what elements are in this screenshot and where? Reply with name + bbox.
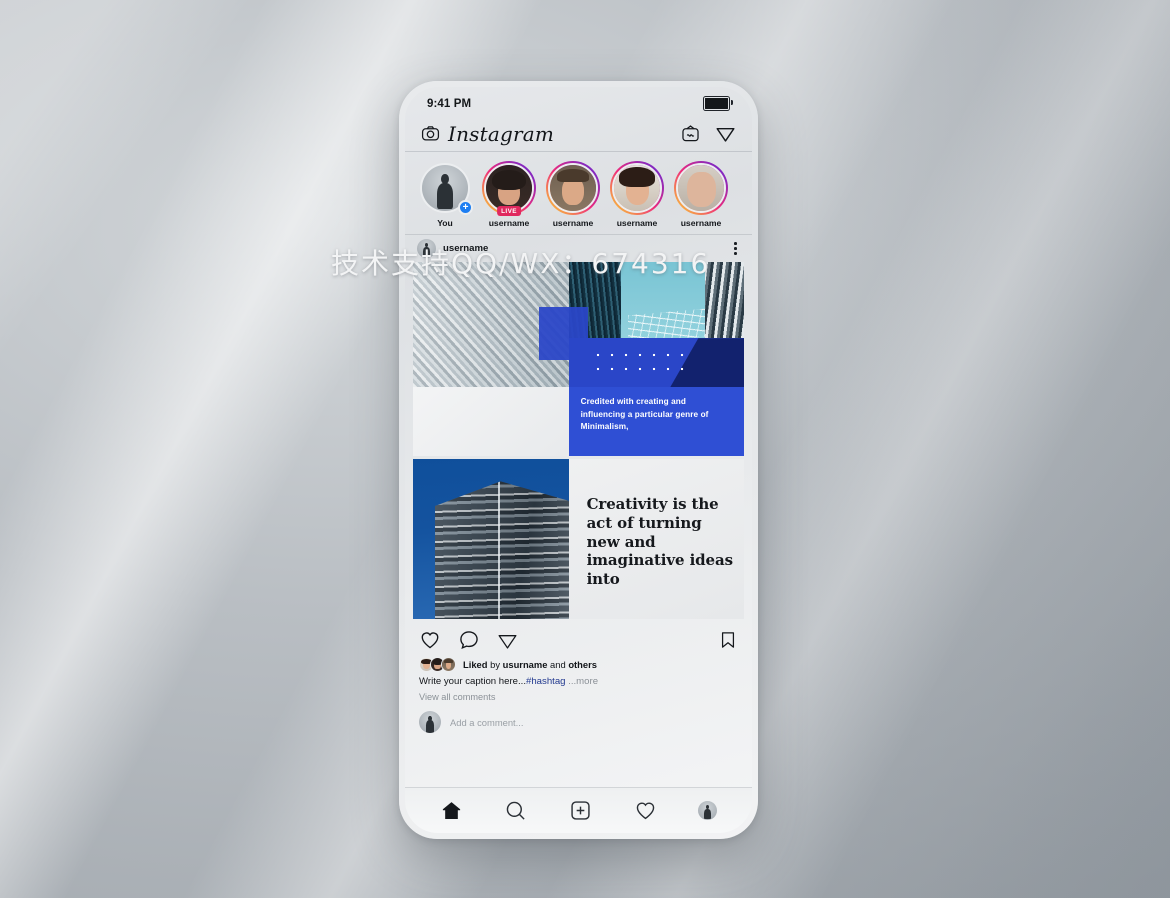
phone-screen: 9:41 PM Instagram + You LIVE username us… — [405, 87, 752, 833]
story-item-you[interactable]: + You — [418, 161, 473, 228]
home-icon[interactable] — [440, 799, 463, 822]
liked-others[interactable]: others — [568, 659, 597, 670]
caption-hashtag[interactable]: #hashtag — [526, 676, 565, 687]
current-user-avatar — [419, 711, 441, 734]
building-photo — [413, 459, 569, 619]
liked-by-text: Liked by usurname and others — [463, 659, 597, 670]
bookmark-icon[interactable] — [718, 630, 738, 650]
activity-heart-icon[interactable] — [634, 799, 657, 822]
media-top-collage — [413, 262, 744, 387]
battery-full-icon — [702, 95, 734, 112]
liked-username[interactable]: usurname — [503, 659, 548, 670]
liked-prefix: Liked — [463, 659, 488, 670]
add-comment-row[interactable]: Add a comment... — [405, 702, 752, 734]
stories-tray[interactable]: + You LIVE username username username us… — [405, 152, 752, 235]
blank-panel — [413, 387, 569, 456]
add-story-plus-icon[interactable]: + — [458, 200, 473, 215]
instagram-wordmark: Instagram — [448, 121, 555, 146]
post-header: username — [405, 235, 752, 262]
post-actions — [405, 619, 752, 657]
add-comment-input[interactable]: Add a comment... — [450, 717, 523, 728]
story-ring — [610, 161, 664, 215]
liked-by-word: by — [490, 659, 501, 670]
phone-device: 9:41 PM Instagram + You LIVE username us… — [399, 81, 758, 839]
header-right-group — [681, 123, 736, 144]
avatar — [441, 657, 456, 672]
view-all-comments-link[interactable]: View all comments — [405, 688, 752, 702]
story-label: username — [616, 218, 658, 228]
header-left-group: Instagram — [421, 124, 681, 144]
media-middle-row: Credited with creating and influencing a… — [413, 387, 744, 456]
media-bottom-row: Creativity is the act of turning new and… — [413, 459, 744, 619]
story-item-1[interactable]: LIVE username — [482, 161, 536, 228]
paper-plane-icon[interactable] — [497, 630, 518, 651]
building-structure — [434, 481, 569, 619]
story-label: username — [552, 218, 594, 228]
story-item-3[interactable]: username — [610, 161, 664, 228]
story-ring — [674, 161, 728, 215]
caption-text: Write your caption here... — [419, 676, 527, 687]
headline-text: Creativity is the act of turning new and… — [586, 495, 734, 588]
add-post-icon[interactable] — [569, 799, 592, 822]
heart-icon[interactable] — [419, 629, 441, 651]
profile-avatar[interactable] — [698, 801, 718, 820]
avatar — [548, 163, 598, 213]
igtv-icon[interactable] — [681, 124, 700, 143]
blue-caption-panel: Credited with creating and influencing a… — [568, 387, 744, 456]
story-label: username — [488, 218, 530, 228]
story-item-4[interactable]: username — [674, 161, 728, 228]
paper-plane-icon[interactable] — [715, 123, 736, 144]
avatar — [612, 163, 662, 213]
status-clock: 9:41 PM — [427, 97, 472, 110]
instagram-header: Instagram — [405, 116, 752, 152]
post-author-avatar[interactable] — [417, 239, 436, 258]
status-bar: 9:41 PM — [405, 87, 752, 116]
blue-square-accent — [538, 307, 589, 360]
liked-by-row: Liked by usurname and others — [405, 657, 752, 672]
search-icon[interactable] — [504, 799, 527, 822]
story-label: username — [680, 218, 722, 228]
post-caption: Write your caption here...#hashtag ...mo… — [405, 672, 752, 688]
post-author-name[interactable]: username — [443, 243, 724, 254]
dot-grid-overlay — [591, 348, 694, 376]
live-badge: LIVE — [497, 206, 521, 216]
story-label: You — [437, 218, 453, 228]
comment-bubble-icon[interactable] — [458, 629, 480, 651]
glass-tower-right — [568, 262, 744, 387]
three-dots-icon[interactable] — [731, 239, 740, 258]
bottom-tab-bar — [405, 787, 752, 833]
post-media[interactable]: Credited with creating and influencing a… — [405, 262, 752, 619]
liked-and-word: and — [550, 659, 566, 670]
headline-panel: Creativity is the act of turning new and… — [568, 459, 744, 619]
caption-more-link[interactable]: ...more — [568, 676, 598, 687]
liker-avatars — [419, 657, 456, 672]
blue-caption-text: Credited with creating and influencing a… — [580, 397, 709, 432]
story-ring — [546, 161, 600, 215]
story-item-2[interactable]: username — [546, 161, 600, 228]
camera-icon[interactable] — [421, 124, 440, 143]
avatar — [676, 163, 726, 213]
